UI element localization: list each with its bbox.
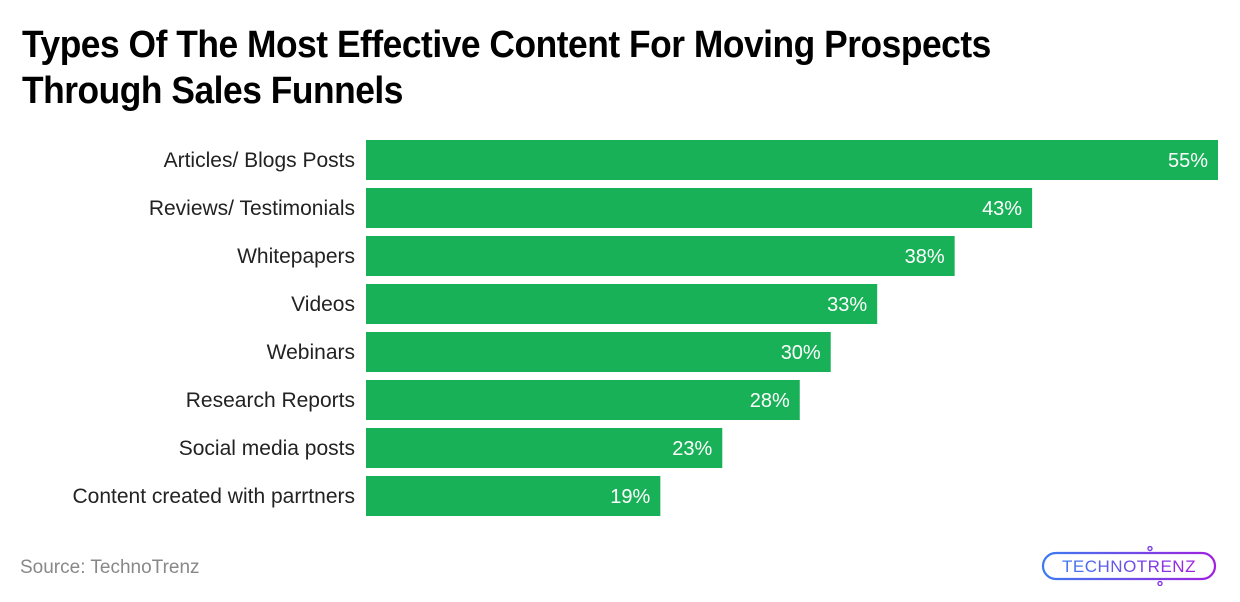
bar bbox=[366, 428, 723, 468]
value-label: 28% bbox=[750, 390, 790, 412]
value-label: 23% bbox=[672, 438, 712, 460]
category-label: Whitepapers bbox=[237, 245, 355, 268]
bar-group: Webinars 30% bbox=[267, 332, 831, 372]
bar-group: Social media posts 23% bbox=[179, 428, 723, 468]
category-label: Webinars bbox=[267, 341, 355, 364]
value-label: 19% bbox=[610, 486, 650, 508]
bar bbox=[366, 380, 800, 420]
value-label: 43% bbox=[982, 198, 1022, 220]
value-label: 55% bbox=[1168, 150, 1208, 172]
logo-text: TECHNOTRENZ bbox=[1062, 557, 1196, 576]
bar-group: Articles/ Blogs Posts 55% bbox=[164, 140, 1218, 180]
category-label: Articles/ Blogs Posts bbox=[164, 149, 355, 172]
bar-group: Research Reports 28% bbox=[186, 380, 800, 420]
bar-group: Content created with parrtners 19% bbox=[73, 476, 661, 516]
bar-chart: Articles/ Blogs Posts 55% Reviews/ Testimo… bbox=[73, 140, 1218, 516]
category-label: Videos bbox=[291, 293, 355, 316]
category-label: Research Reports bbox=[186, 389, 355, 412]
bar bbox=[366, 332, 831, 372]
bar-group: Videos 33% bbox=[291, 284, 878, 324]
category-label: Reviews/ Testimonials bbox=[149, 197, 355, 220]
value-label: 33% bbox=[827, 294, 867, 316]
value-label: 38% bbox=[905, 246, 945, 268]
bar bbox=[366, 140, 1218, 180]
bar-group: Whitepapers 38% bbox=[237, 236, 955, 276]
bar bbox=[366, 236, 955, 276]
bar bbox=[366, 188, 1033, 228]
category-label: Social media posts bbox=[179, 437, 355, 460]
technotrenz-logo: TECHNOTRENZ bbox=[1041, 546, 1217, 586]
value-label: 30% bbox=[781, 342, 821, 364]
bar-group: Reviews/ Testimonials 43% bbox=[149, 188, 1033, 228]
source-note: Source: TechnoTrenz bbox=[20, 557, 200, 578]
bar bbox=[366, 284, 878, 324]
category-label: Content created with parrtners bbox=[73, 485, 355, 508]
